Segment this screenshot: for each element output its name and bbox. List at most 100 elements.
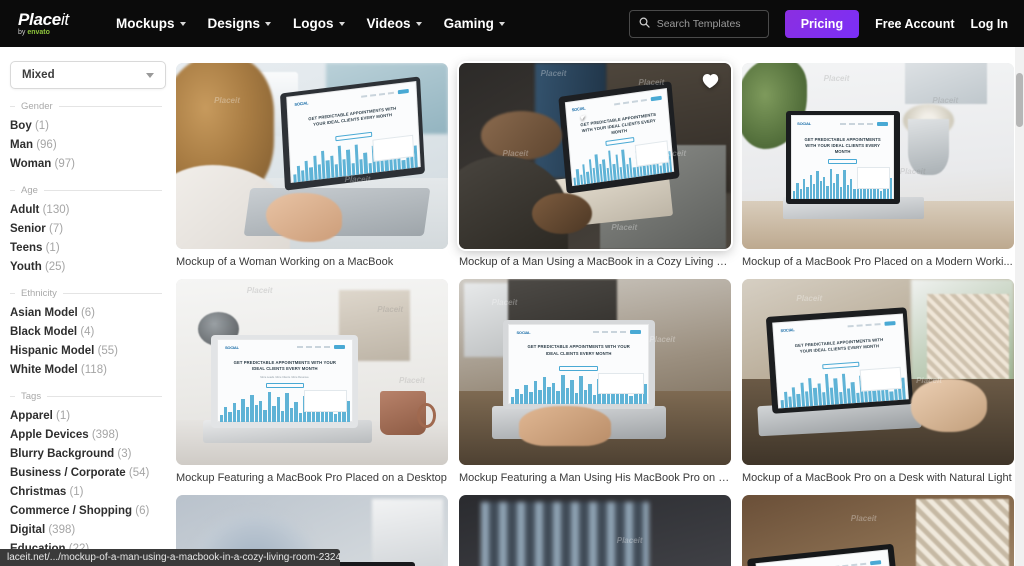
filter-label: Teens bbox=[10, 241, 43, 254]
page-scrollbar[interactable] bbox=[1015, 47, 1024, 566]
filter-count: (7) bbox=[49, 222, 64, 235]
scene-woman-macbook: SOCIAL GET PREDICTABLE APPOINTMENTS WITH… bbox=[176, 63, 448, 249]
mockup-thumbnail[interactable]: SOCIAL GET PREDICTABLE APPOINTMENTS WITH… bbox=[742, 63, 1014, 249]
logo-text-it: it bbox=[60, 10, 69, 29]
mockup-thumbnail[interactable]: SOCIAL GET PREDICTABLE APPOINTMENTS WITH… bbox=[459, 495, 731, 566]
filter-label: Digital bbox=[10, 523, 46, 536]
screen-logo: SOCIAL bbox=[224, 344, 239, 350]
mockup-thumbnail[interactable]: SOCIAL GET PREDICTABLE APPOINTMENTS WITH… bbox=[176, 63, 448, 249]
mockup-card[interactable]: SOCIAL GET PREDICTABLE APPOINTMENTS WITH… bbox=[176, 63, 448, 268]
mockup-card-title: Mockup of a Woman Working on a MacBook bbox=[176, 256, 394, 268]
filter-count: (1) bbox=[45, 241, 60, 254]
filter-group-title: Age bbox=[21, 185, 38, 196]
filter-item-asian-model[interactable]: Asian Model (6) bbox=[10, 303, 176, 322]
filter-item-youth[interactable]: Youth (25) bbox=[10, 257, 176, 276]
screen-headline: GET PREDICTABLE APPOINTMENTS WITH YOUR I… bbox=[804, 136, 881, 155]
filter-item-business-corporate[interactable]: Business / Corporate (54) bbox=[10, 463, 176, 482]
nav-item-videos[interactable]: Videos bbox=[367, 16, 422, 31]
filter-label: Business / Corporate bbox=[10, 466, 126, 479]
filter-item-teens[interactable]: Teens (1) bbox=[10, 238, 176, 257]
filter-label: Black Model bbox=[10, 325, 78, 338]
filter-label: White Model bbox=[10, 363, 78, 376]
filter-label: Youth bbox=[10, 260, 42, 273]
mockup-card[interactable]: SOCIAL GET PREDICTABLE APPOINTMENTS WITH… bbox=[459, 279, 731, 484]
filter-label: Man bbox=[10, 138, 33, 151]
mockup-card[interactable]: SOCIAL GET PREDICTABLE APPOINTMENTS WITH… bbox=[742, 63, 1014, 268]
filter-item-man[interactable]: Man (96) bbox=[10, 135, 176, 154]
filter-item-senior[interactable]: Senior (7) bbox=[10, 219, 176, 238]
mockup-card[interactable]: SOCIAL GET PREDICTABLE APPOINTMENTS WITH… bbox=[176, 279, 448, 484]
top-navbar: Placeit by envato Mockups Designs Logos … bbox=[0, 0, 1024, 47]
mockup-card[interactable]: SOCIAL GET PREDICTABLE APPOINTMENTS WITH… bbox=[459, 63, 731, 268]
filter-item-christmas[interactable]: Christmas (1) bbox=[10, 482, 176, 501]
pricing-button[interactable]: Pricing bbox=[784, 9, 860, 38]
mockup-card[interactable]: SOCIAL GET PREDICTABLE APPOINTMENTS WITH… bbox=[742, 279, 1014, 484]
gender-select-value: Mixed bbox=[22, 69, 55, 81]
divider bbox=[10, 293, 15, 294]
mockup-thumbnail[interactable]: SOCIAL GET PREDICTABLE APPOINTMENTS WITH… bbox=[176, 279, 448, 465]
divider bbox=[10, 396, 15, 397]
filter-item-digital[interactable]: Digital (398) bbox=[10, 520, 176, 539]
filter-item-apparel[interactable]: Apparel (1) bbox=[10, 406, 176, 425]
scene-modern-workspace: SOCIAL GET PREDICTABLE APPOINTMENTS WITH… bbox=[742, 63, 1014, 249]
filter-item-woman[interactable]: Woman (97) bbox=[10, 154, 176, 173]
filter-item-apple-devices[interactable]: Apple Devices (398) bbox=[10, 425, 176, 444]
chevron-down-icon bbox=[146, 72, 154, 78]
screen-headline: GET PREDICTABLE APPOINTMENTS WITH YOUR I… bbox=[794, 337, 884, 355]
divider bbox=[43, 190, 162, 191]
mockup-card-title: Mockup Featuring a Man Using His MacBook… bbox=[459, 472, 731, 484]
mockup-thumbnail[interactable]: SOCIAL GET PREDICTABLE APPOINTMENTS WITH… bbox=[742, 495, 1014, 566]
watermark: Placeit bbox=[399, 375, 425, 385]
filter-label: Hispanic Model bbox=[10, 344, 95, 357]
logo-text-place: Place bbox=[18, 10, 61, 29]
nav-item-mockups[interactable]: Mockups bbox=[116, 16, 186, 31]
mockup-card-title: Mockup of a MacBook Pro on a Desk with N… bbox=[742, 472, 1012, 484]
nav-item-designs[interactable]: Designs bbox=[208, 16, 272, 31]
filter-group-title: Ethnicity bbox=[21, 288, 57, 299]
filter-item-blurry-background[interactable]: Blurry Background (3) bbox=[10, 444, 176, 463]
filter-count: (25) bbox=[44, 260, 66, 273]
gender-select[interactable]: Mixed bbox=[10, 61, 166, 89]
filter-count: (96) bbox=[36, 138, 57, 151]
filter-item-commerce-shopping[interactable]: Commerce / Shopping (6) bbox=[10, 501, 176, 520]
nav-item-gaming[interactable]: Gaming bbox=[444, 16, 505, 31]
chevron-down-icon bbox=[498, 21, 505, 26]
divider bbox=[10, 190, 15, 191]
mockup-card[interactable]: SOCIAL GET PREDICTABLE APPOINTMENTS WITH… bbox=[742, 495, 1014, 566]
filter-item-black-model[interactable]: Black Model (4) bbox=[10, 322, 176, 341]
filter-item-boy[interactable]: Boy (1) bbox=[10, 116, 176, 135]
login-link[interactable]: Log In bbox=[971, 17, 1009, 31]
filter-group-header-age: Age bbox=[10, 185, 176, 196]
filter-item-adult[interactable]: Adult (130) bbox=[10, 200, 176, 219]
status-bar-url: laceit.net/.../mockup-of-a-man-using-a-m… bbox=[0, 549, 340, 566]
search-input[interactable]: Search Templates bbox=[657, 18, 741, 30]
mockup-thumbnail[interactable]: SOCIAL GET PREDICTABLE APPOINTMENTS WITH… bbox=[459, 63, 731, 249]
watermark: Placeit bbox=[850, 513, 877, 523]
nav-item-logos-label: Logos bbox=[293, 16, 334, 31]
filter-count: (1) bbox=[34, 119, 49, 132]
filter-item-hispanic-model[interactable]: Hispanic Model (55) bbox=[10, 341, 176, 360]
laptop-screen-mockup: SOCIAL GET PREDICTABLE APPOINTMENTS WITH… bbox=[285, 81, 420, 183]
search-box[interactable]: Search Templates bbox=[628, 9, 769, 38]
watermark: Placeit bbox=[246, 286, 273, 296]
scene-man-macbook-pro: SOCIAL GET PREDICTABLE APPOINTMENTS WITH… bbox=[459, 279, 731, 465]
chevron-down-icon bbox=[179, 21, 186, 26]
filter-count: (97) bbox=[54, 157, 75, 170]
nav-right-group: Search Templates Pricing Free Account Lo… bbox=[628, 9, 1009, 38]
free-account-link[interactable]: Free Account bbox=[875, 17, 954, 31]
filter-label: Asian Model bbox=[10, 306, 78, 319]
mockup-thumbnail[interactable]: SOCIAL GET PREDICTABLE APPOINTMENTS WITH… bbox=[742, 279, 1014, 465]
filter-group-header-gender: Gender bbox=[10, 101, 176, 112]
scrollbar-thumb[interactable] bbox=[1016, 73, 1023, 127]
placeit-logo[interactable]: Placeit by envato bbox=[18, 11, 96, 36]
filter-label: Boy bbox=[10, 119, 32, 132]
screen-headline: GET PREDICTABLE APPOINTMENTS WITH YOUR I… bbox=[527, 344, 630, 356]
filter-count: (398) bbox=[91, 428, 119, 441]
screen-logo: SOCIAL bbox=[571, 105, 586, 113]
favorite-heart-icon[interactable] bbox=[701, 72, 720, 94]
nav-item-logos[interactable]: Logos bbox=[293, 16, 345, 31]
filter-item-white-model[interactable]: White Model (118) bbox=[10, 360, 176, 379]
mockup-card[interactable]: SOCIAL GET PREDICTABLE APPOINTMENTS WITH… bbox=[459, 495, 731, 566]
filter-label: Woman bbox=[10, 157, 52, 170]
mockup-thumbnail[interactable]: SOCIAL GET PREDICTABLE APPOINTMENTS WITH… bbox=[459, 279, 731, 465]
